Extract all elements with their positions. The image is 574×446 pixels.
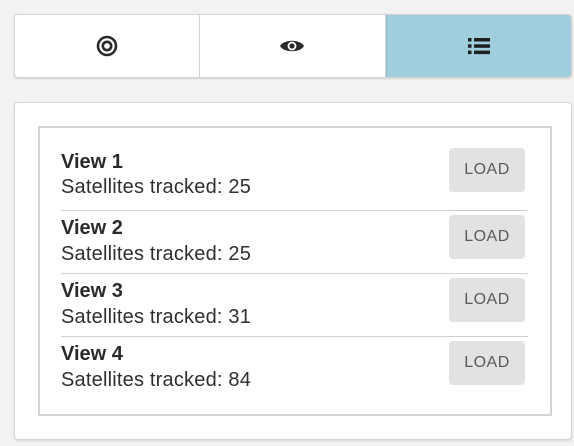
view-title: View 1	[61, 151, 123, 173]
load-button[interactable]: LOAD	[449, 148, 525, 192]
view-satellite-count: Satellites tracked: 25	[61, 243, 252, 265]
view-title: View 3	[61, 280, 123, 302]
tab-list[interactable]	[385, 15, 571, 77]
view-title: View 4	[61, 343, 123, 365]
saved-views-list: View 1 Satellites tracked: 25 LOAD View …	[38, 126, 552, 416]
load-button[interactable]: LOAD	[449, 278, 525, 322]
eye-icon	[279, 37, 305, 55]
view-satellite-count: Satellites tracked: 31	[61, 306, 252, 328]
load-button[interactable]: LOAD	[449, 341, 525, 385]
view-satellite-count: Satellites tracked: 84	[61, 369, 252, 391]
view-satellite-count: Satellites tracked: 25	[61, 176, 252, 198]
view-title: View 2	[61, 217, 123, 239]
list-item: View 4 Satellites tracked: 84 LOAD	[61, 337, 528, 400]
list-icon	[467, 36, 491, 56]
load-button[interactable]: LOAD	[449, 215, 525, 259]
tab-view[interactable]	[200, 15, 386, 77]
saved-views-panel: View 1 Satellites tracked: 25 LOAD View …	[14, 102, 572, 440]
tab-orbit[interactable]	[15, 15, 201, 77]
list-item: View 1 Satellites tracked: 25 LOAD	[61, 148, 528, 211]
tab-bar	[14, 14, 572, 78]
list-item: View 3 Satellites tracked: 31 LOAD	[61, 274, 528, 337]
list-item: View 2 Satellites tracked: 25 LOAD	[61, 211, 528, 274]
orbit-target-icon	[96, 35, 118, 57]
